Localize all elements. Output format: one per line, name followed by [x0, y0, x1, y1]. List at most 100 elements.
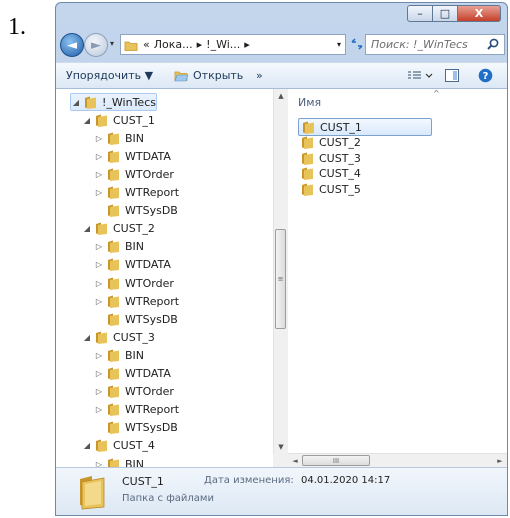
- scroll-right-button[interactable]: ►: [493, 454, 507, 468]
- breadcrumb-separator[interactable]: ▸: [197, 38, 203, 51]
- help-icon[interactable]: ?: [478, 68, 493, 83]
- file-list-horizontal-scrollbar[interactable]: ◄ III ►: [288, 453, 507, 468]
- collapsed-arrow-icon[interactable]: ▷: [94, 369, 104, 378]
- close-button[interactable]: X: [458, 5, 501, 22]
- recent-pages-dropdown[interactable]: ▾: [110, 39, 114, 48]
- tree-item[interactable]: ▷ WTReport: [94, 401, 179, 419]
- file-item-label: CUST_5: [319, 182, 361, 196]
- explorer-window: – □ X ◄ ► ▾ « Лока... ▸ !_Wi... ▸ ▾ Поис…: [55, 2, 508, 516]
- organize-button[interactable]: Упорядочить ▼: [66, 69, 153, 82]
- tree-item[interactable]: WTSysDB: [94, 202, 178, 220]
- collapsed-arrow-icon[interactable]: ▷: [94, 387, 104, 396]
- maximize-button[interactable]: □: [433, 5, 458, 22]
- tree-item[interactable]: ▷ WTReport: [94, 292, 179, 310]
- window-controls: – □ X: [407, 5, 501, 22]
- forward-button[interactable]: ►: [84, 33, 108, 57]
- folder-icon: [302, 136, 313, 150]
- collapsed-arrow-icon[interactable]: ▷: [94, 351, 104, 360]
- scroll-thumb[interactable]: ≡: [275, 229, 286, 329]
- folder-icon: [302, 167, 313, 181]
- search-placeholder: Поиск: !_WinTecs: [371, 38, 468, 51]
- tree-item[interactable]: ◢ CUST_3: [82, 328, 155, 346]
- collapsed-arrow-icon[interactable]: ▷: [94, 134, 104, 143]
- tree-item[interactable]: ◢ CUST_1: [82, 111, 155, 129]
- tree-item[interactable]: ▷ WTDATA: [94, 365, 171, 383]
- tree-item[interactable]: ◢ CUST_2: [82, 220, 155, 238]
- tree-item-label: WTOrder: [125, 276, 174, 290]
- tree-item-label: WTReport: [125, 186, 180, 199]
- folder-icon: [108, 403, 119, 417]
- expanded-arrow-icon[interactable]: ◢: [82, 224, 92, 233]
- tree-item[interactable]: ▷ BIN: [94, 346, 144, 364]
- breadcrumb-location[interactable]: Лока...: [154, 38, 193, 51]
- file-item-label: CUST_2: [319, 136, 361, 150]
- tree-item[interactable]: ▷ WTOrder: [94, 165, 174, 183]
- folder-icon: [108, 421, 119, 435]
- expanded-arrow-icon[interactable]: ◢: [71, 98, 81, 107]
- horizontal-scroll-thumb[interactable]: III: [302, 455, 370, 466]
- breadcrumb-overflow[interactable]: «: [143, 38, 150, 51]
- expanded-arrow-icon[interactable]: ◢: [82, 441, 92, 450]
- collapsed-arrow-icon[interactable]: ▷: [94, 279, 104, 288]
- open-button[interactable]: Открыть: [193, 69, 243, 82]
- preview-pane-icon[interactable]: [445, 69, 459, 82]
- tree-item[interactable]: ▷ WTOrder: [94, 383, 174, 401]
- collapsed-arrow-icon[interactable]: ▷: [94, 405, 104, 414]
- expanded-arrow-icon[interactable]: ◢: [82, 333, 92, 342]
- large-folder-icon: [80, 476, 105, 510]
- tree-item[interactable]: ▷ WTDATA: [94, 147, 171, 165]
- expanded-arrow-icon[interactable]: ◢: [82, 116, 92, 125]
- navigation-vertical-scrollbar[interactable]: ▲ ≡ ▼: [273, 89, 288, 454]
- tree-item[interactable]: ▷ WTReport: [94, 184, 179, 202]
- tree-item[interactable]: ▷ BIN: [94, 238, 144, 256]
- tree-item[interactable]: ▷ WTOrder: [94, 274, 174, 292]
- tree-item-label: CUST_4: [113, 439, 155, 453]
- more-commands-button[interactable]: »: [256, 69, 263, 82]
- folder-icon: [96, 114, 107, 127]
- folder-icon: [96, 439, 107, 453]
- folder-icon: [85, 96, 96, 109]
- tree-item-label: WTDATA: [125, 367, 171, 380]
- tree-item[interactable]: WTSysDB: [94, 310, 178, 328]
- column-header-name[interactable]: Имя: [298, 96, 321, 109]
- folder-icon: [108, 313, 119, 326]
- collapsed-arrow-icon[interactable]: ▷: [94, 297, 104, 306]
- tree-item[interactable]: ◢ !_WinTecs: [70, 93, 157, 111]
- folder-icon: [108, 385, 119, 399]
- scroll-down-button[interactable]: ▼: [274, 440, 288, 454]
- folder-icon: [108, 132, 119, 145]
- refresh-icon[interactable]: [350, 37, 364, 51]
- minimize-button[interactable]: –: [407, 5, 433, 22]
- collapsed-arrow-icon[interactable]: ▷: [94, 242, 104, 251]
- search-input[interactable]: Поиск: !_WinTecs: [365, 34, 505, 55]
- breadcrumb-wintecs[interactable]: !_Wi...: [206, 38, 240, 51]
- tree-item[interactable]: ▷ WTDATA: [94, 256, 171, 274]
- file-item-label: CUST_4: [319, 167, 361, 181]
- search-icon[interactable]: [486, 37, 500, 51]
- tree-item[interactable]: ◢ CUST_4: [82, 437, 155, 455]
- tree-item[interactable]: ▷ BIN: [94, 129, 144, 147]
- file-item-label: CUST_3: [319, 151, 361, 165]
- collapsed-arrow-icon[interactable]: ▷: [94, 188, 104, 197]
- back-button[interactable]: ◄: [60, 33, 84, 57]
- selected-item-name: CUST_1: [122, 475, 164, 488]
- address-dropdown[interactable]: ▾: [337, 40, 341, 49]
- collapsed-arrow-icon[interactable]: ▷: [94, 170, 104, 179]
- view-options-icon[interactable]: [407, 70, 433, 82]
- tree-item-label: WTSysDB: [125, 312, 178, 326]
- tree-item-label: !_WinTecs: [102, 95, 156, 109]
- scroll-left-button[interactable]: ◄: [288, 454, 302, 468]
- tree-item-label: BIN: [125, 131, 145, 145]
- tree-item-label: WTDATA: [125, 149, 171, 163]
- collapsed-arrow-icon[interactable]: ▷: [94, 152, 104, 161]
- collapsed-arrow-icon[interactable]: ▷: [94, 260, 104, 269]
- scroll-up-button[interactable]: ▲: [274, 89, 288, 103]
- address-bar[interactable]: « Лока... ▸ !_Wi... ▸ ▾: [120, 34, 346, 55]
- date-modified-label: Дата изменения:: [204, 475, 294, 486]
- file-list-item[interactable]: CUST_5: [298, 180, 432, 198]
- tree-item-label: BIN: [125, 348, 145, 362]
- folder-icon: [108, 258, 119, 272]
- scrollbar-corner: [273, 454, 288, 468]
- breadcrumb-separator[interactable]: ▸: [244, 38, 250, 51]
- tree-item[interactable]: WTSysDB: [94, 419, 178, 437]
